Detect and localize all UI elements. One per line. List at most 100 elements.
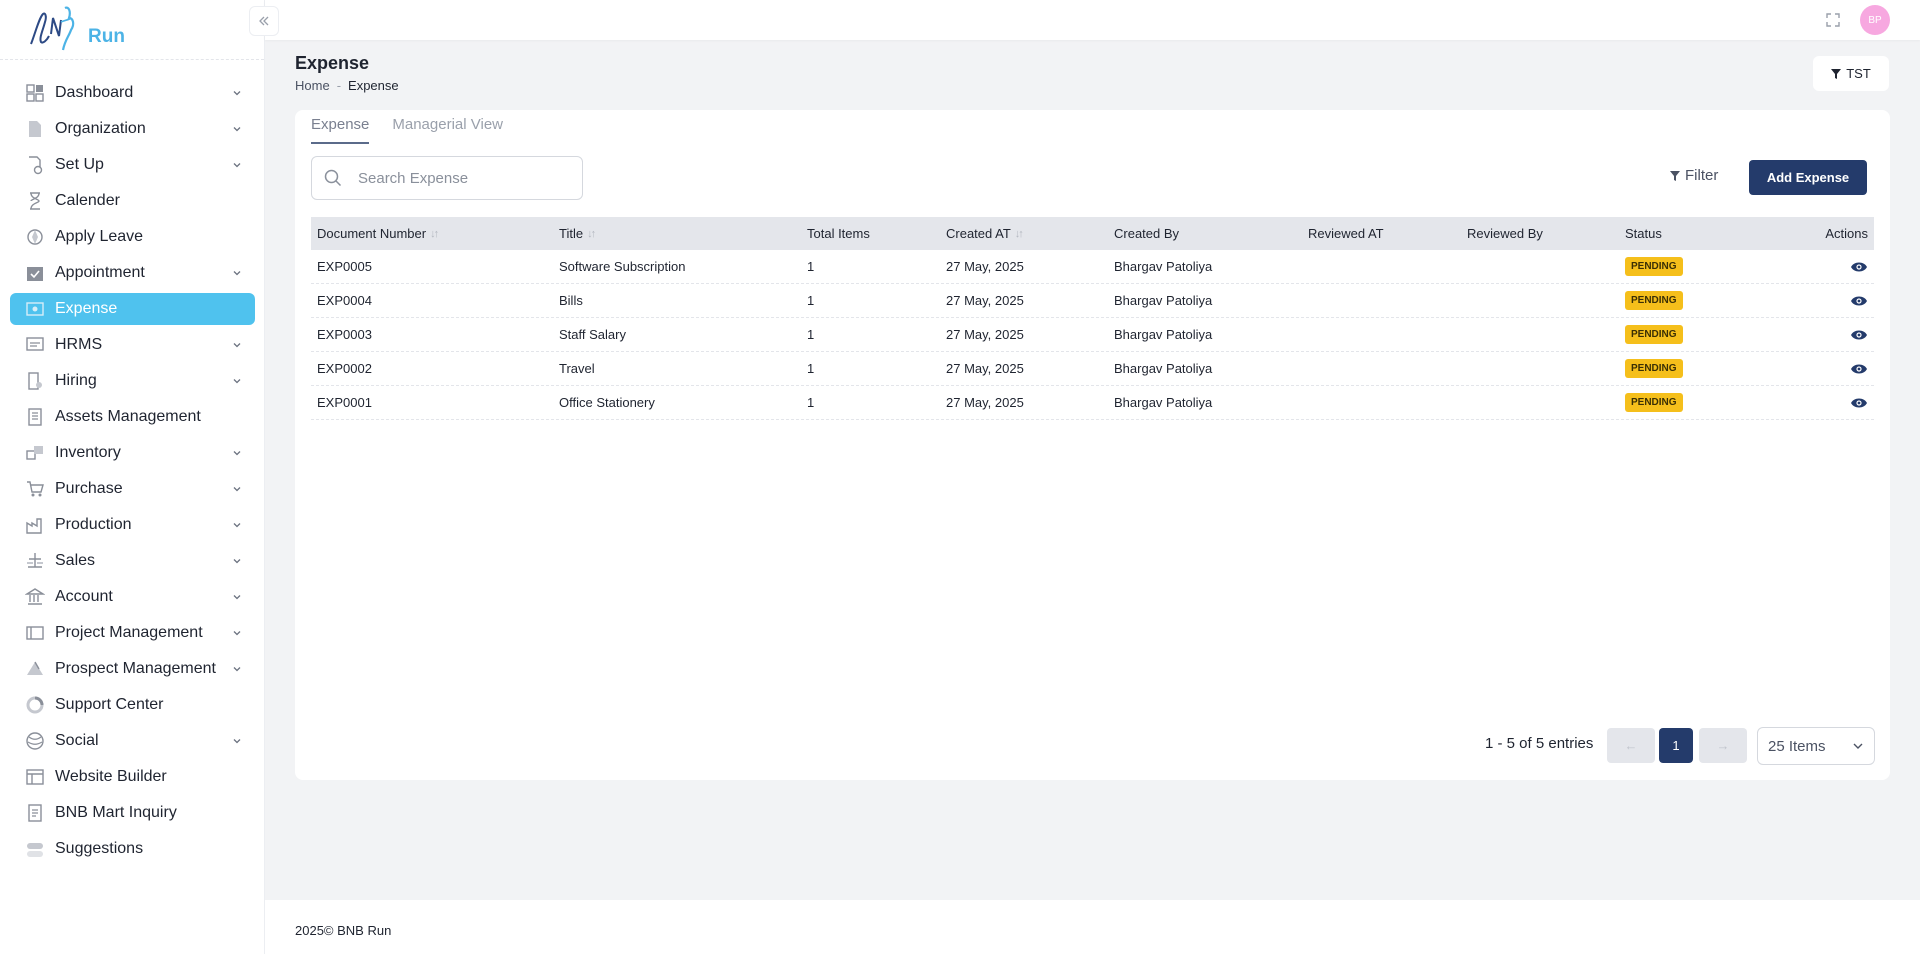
sidebar-item-expense[interactable]: Expense	[10, 293, 255, 325]
sidebar-item-label: Prospect Management	[55, 660, 216, 677]
chevron-down-icon	[231, 663, 243, 675]
search-box	[311, 156, 583, 200]
view-eye-icon[interactable]	[1850, 261, 1868, 273]
sidebar-item-hiring[interactable]: Hiring	[10, 365, 255, 397]
sidebar-item-hrms[interactable]: HRMS	[10, 329, 255, 361]
sidebar-item-label: Support Center	[55, 696, 164, 713]
factory-icon	[25, 515, 45, 535]
chevron-down-icon	[231, 735, 243, 747]
cell-status: PENDING	[1619, 291, 1769, 310]
sidebar-item-social[interactable]: Social	[10, 725, 255, 757]
bnb-logo-icon	[30, 6, 75, 51]
cell-doc: EXP0004	[317, 293, 372, 308]
view-eye-icon[interactable]	[1850, 363, 1868, 375]
sidebar-item-label: Suggestions	[55, 840, 144, 857]
column-header-reviewed-by: Reviewed By	[1461, 226, 1619, 241]
view-eye-icon[interactable]	[1850, 397, 1868, 409]
sidebar-item-organization[interactable]: Organization	[10, 113, 255, 145]
sidebar-item-label: Account	[55, 588, 113, 605]
sidebar-item-apply-leave[interactable]: Apply Leave	[10, 221, 255, 253]
chevron-down-icon	[231, 627, 243, 639]
sidebar-item-website-builder[interactable]: Website Builder	[10, 761, 255, 793]
table-row[interactable]: EXP0005 Software Subscription 1 27 May, 202…	[311, 250, 1874, 284]
cell-actions	[1769, 329, 1874, 341]
cell-total: 1	[807, 361, 815, 376]
column-header-reviewed-at: Reviewed AT	[1302, 226, 1461, 241]
sidebar-item-inventory[interactable]: Inventory	[10, 437, 255, 469]
tst-filter-button[interactable]: TST	[1813, 56, 1889, 91]
cell-title: Office Stationery	[559, 395, 655, 410]
brand-logo[interactable]: Run	[0, 0, 264, 60]
column-header-label: Actions	[1825, 226, 1868, 241]
view-eye-icon[interactable]	[1850, 329, 1868, 341]
chevron-down-icon	[231, 483, 243, 495]
hrms-icon	[25, 335, 45, 355]
hourglass-icon	[25, 191, 45, 211]
column-header-title[interactable]: Title ↓↑	[553, 226, 801, 241]
sidebar-item-assets-management[interactable]: Assets Management	[10, 401, 255, 433]
table-row[interactable]: EXP0003 Staff Salary 1 27 May, 2025 Bhargav …	[311, 318, 1874, 352]
tab-expense[interactable]: Expense	[311, 116, 370, 144]
sidebar-item-bnb-mart-inquiry[interactable]: BNB Mart Inquiry	[10, 797, 255, 829]
tab-managerial-view[interactable]: Managerial View	[392, 116, 503, 144]
sort-icon[interactable]: ↓↑	[430, 228, 439, 240]
table-row[interactable]: EXP0004 Bills 1 27 May, 2025 Bhargav Patoliy…	[311, 284, 1874, 318]
breadcrumb-home[interactable]: Home	[295, 78, 330, 93]
cell-actions	[1769, 363, 1874, 375]
sort-icon[interactable]: ↓↑	[1015, 228, 1024, 240]
sidebar-item-label: Hiring	[55, 372, 97, 389]
footer-copyright: 2025© BNB Run	[295, 923, 392, 938]
page-1-button[interactable]: 1	[1659, 728, 1693, 763]
sidebar-item-prospect-management[interactable]: Prospect Management	[10, 653, 255, 685]
sidebar-item-production[interactable]: Production	[10, 509, 255, 541]
add-expense-button[interactable]: Add Expense	[1749, 160, 1867, 195]
column-header-label: Total Items	[807, 226, 870, 241]
inquiry-icon	[25, 803, 45, 823]
sidebar-item-label: Set Up	[55, 156, 104, 173]
cell-created-at: 27 May, 2025	[946, 361, 1024, 376]
sidebar-item-calender[interactable]: Calender	[10, 185, 255, 217]
items-per-page-select[interactable]: 25 Items	[1757, 727, 1875, 765]
cell-created-at: 27 May, 2025	[946, 259, 1024, 274]
next-page-button[interactable]: →	[1699, 728, 1747, 763]
sidebar-item-support-center[interactable]: Support Center	[10, 689, 255, 721]
column-header-created-at[interactable]: Created AT ↓↑	[940, 226, 1108, 241]
view-eye-icon[interactable]	[1850, 295, 1868, 307]
filter-label: Filter	[1685, 167, 1719, 184]
sidebar-item-sales[interactable]: Sales	[10, 545, 255, 577]
sidebar-item-purchase[interactable]: Purchase	[10, 473, 255, 505]
sidebar-item-label: Social	[55, 732, 99, 749]
sidebar-item-account[interactable]: Account	[10, 581, 255, 613]
cell-created-by: Bhargav Patoliya	[1114, 259, 1213, 274]
column-header-document-number[interactable]: Document Number ↓↑	[311, 226, 553, 241]
sidebar-item-project-management[interactable]: Project Management	[10, 617, 255, 649]
sidebar-item-set-up[interactable]: Set Up	[10, 149, 255, 181]
search-icon	[324, 169, 342, 187]
table-row[interactable]: EXP0001 Office Stationery 1 27 May, 2025 Bha…	[311, 386, 1874, 420]
prev-page-button[interactable]: ←	[1607, 728, 1655, 763]
cell-doc: EXP0001	[317, 395, 372, 410]
expense-table: Document Number ↓↑ Title ↓↑ Total Items Creat…	[311, 217, 1874, 420]
search-input[interactable]	[358, 169, 558, 187]
column-header-label: Reviewed By	[1467, 226, 1543, 241]
cell-created-at: 27 May, 2025	[946, 293, 1024, 308]
project-icon	[25, 623, 45, 643]
filter-button[interactable]: Filter	[1670, 167, 1718, 184]
sidebar-item-dashboard[interactable]: Dashboard	[10, 77, 255, 109]
sort-icon[interactable]: ↓↑	[587, 228, 596, 240]
collapse-sidebar-button[interactable]	[249, 6, 279, 36]
scale-icon	[25, 551, 45, 571]
sidebar-item-suggestions[interactable]: Suggestions	[10, 833, 255, 865]
column-header-total-items: Total Items	[801, 226, 940, 241]
cell-actions	[1769, 295, 1874, 307]
sidebar-item-label: Dashboard	[55, 84, 134, 101]
status-badge: PENDING	[1625, 325, 1683, 344]
column-header-created-by: Created By	[1108, 226, 1302, 241]
assets-icon	[25, 407, 45, 427]
sidebar-item-appointment[interactable]: Appointment	[10, 257, 255, 289]
fullscreen-icon[interactable]	[1825, 12, 1841, 28]
column-header-label: Status	[1625, 226, 1662, 241]
chevron-down-icon	[231, 87, 243, 99]
table-row[interactable]: EXP0002 Travel 1 27 May, 2025 Bhargav Patoli…	[311, 352, 1874, 386]
user-avatar[interactable]: BP	[1860, 5, 1890, 35]
